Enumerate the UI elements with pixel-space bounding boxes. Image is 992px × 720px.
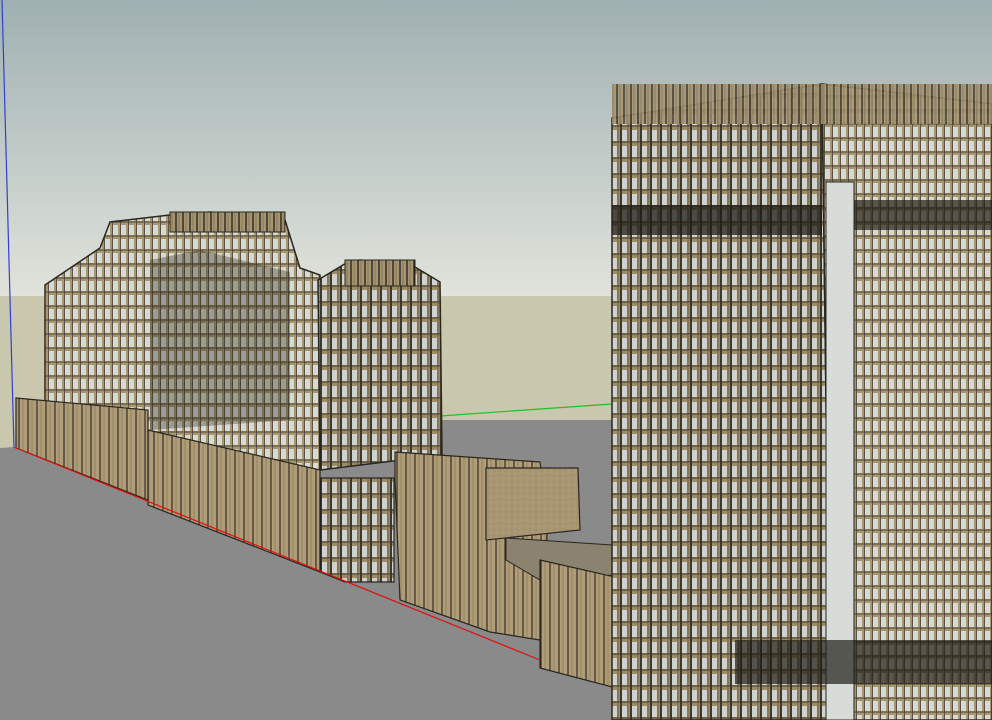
right-tower-dark-base: [735, 640, 992, 684]
mid-tower-crown: [344, 259, 416, 287]
right-tower-crown: [612, 84, 992, 124]
stone-wall[interactable]: [485, 467, 581, 541]
left-tower-crown: [169, 211, 286, 233]
right-tower-glass-strip: [825, 181, 855, 720]
left-tower-shadow-bands: [150, 250, 290, 430]
podium-cylinder[interactable]: [319, 477, 395, 583]
right-tower-dark-band-1: [612, 205, 822, 235]
scene-canvas[interactable]: [0, 0, 992, 720]
right-tower-left-face[interactable]: [611, 83, 831, 720]
right-tower-group[interactable]: [611, 83, 992, 720]
3d-model-viewport[interactable]: [0, 0, 992, 720]
mid-tower-body[interactable]: [317, 259, 443, 471]
